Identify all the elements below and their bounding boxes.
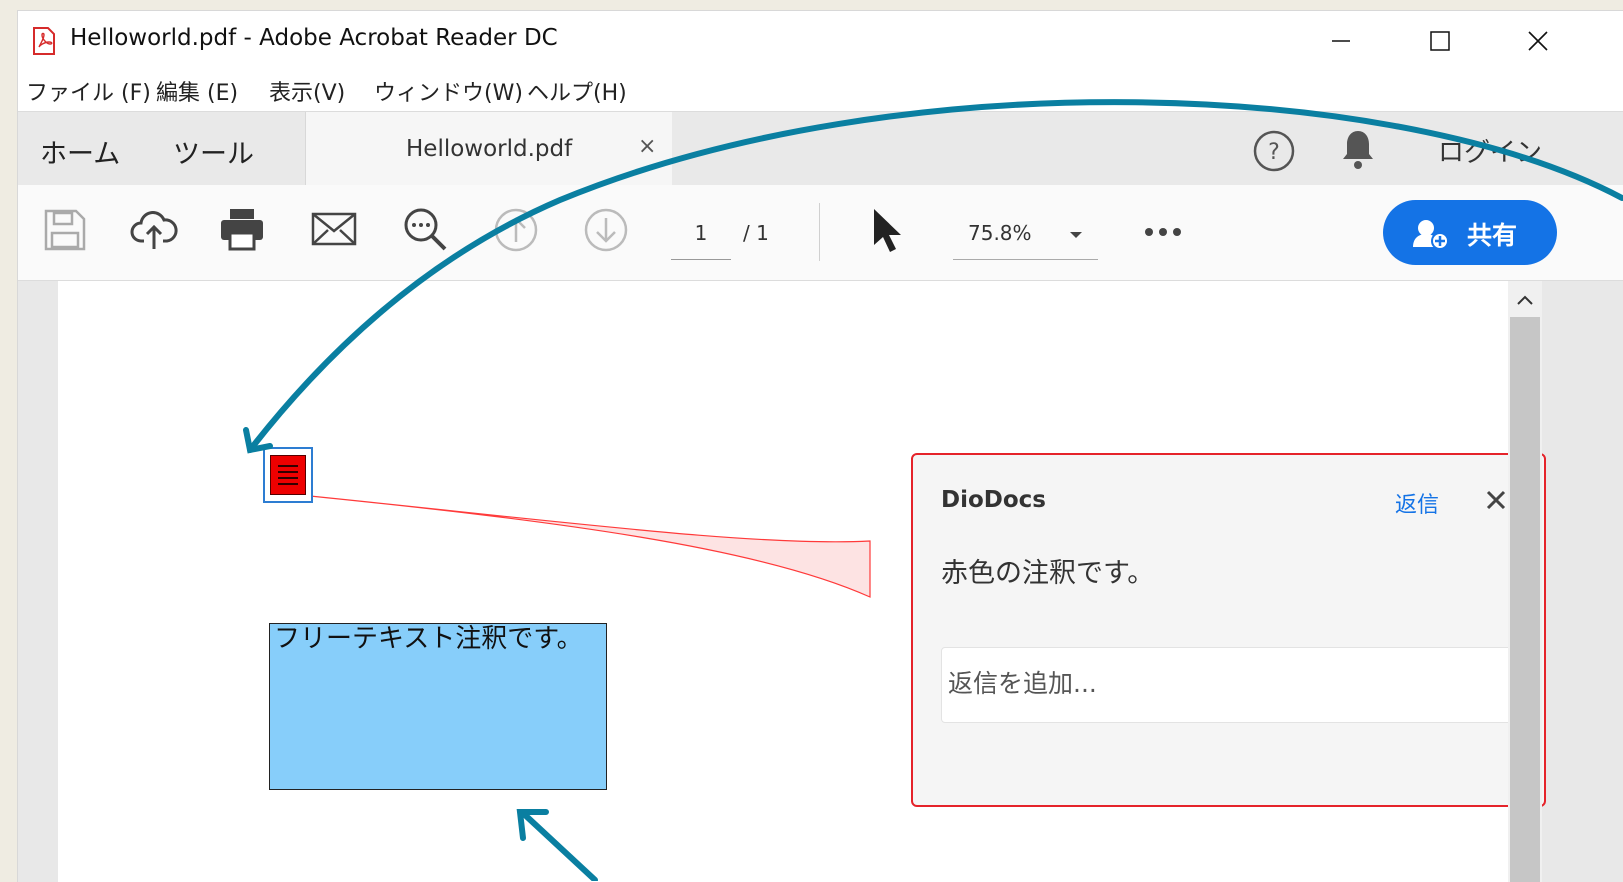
comment-text: 赤色の注釈です。 xyxy=(941,558,1155,589)
tab-home[interactable]: ホーム xyxy=(40,132,120,171)
pdf-page: フリーテキスト注釈です。 DioDocs 返信 赤色の注釈です。 返信を追加..… xyxy=(58,281,1546,882)
chevron-down-icon xyxy=(1068,226,1084,245)
more-icon[interactable] xyxy=(1143,223,1183,242)
menu-window[interactable]: ウィンドウ(W) xyxy=(374,75,523,107)
document-tab-label: Helloworld.pdf xyxy=(406,136,573,162)
window-title: Helloworld.pdf - Adobe Acrobat Reader DC xyxy=(70,25,558,51)
chevron-up-icon[interactable] xyxy=(1516,291,1534,310)
comment-popup: DioDocs 返信 赤色の注釈です。 返信を追加... xyxy=(911,453,1546,807)
add-user-icon xyxy=(1413,219,1453,253)
page-up-icon[interactable] xyxy=(491,205,541,255)
pdf-app-icon xyxy=(32,27,56,55)
page-total: / 1 xyxy=(743,221,769,245)
print-icon[interactable] xyxy=(218,205,268,255)
acrobat-window: Helloworld.pdf - Adobe Acrobat Reader DC… xyxy=(17,10,1623,882)
reply-link[interactable]: 返信 xyxy=(1395,487,1439,519)
reply-input[interactable]: 返信を追加... xyxy=(941,647,1516,723)
close-window-button[interactable] xyxy=(1515,19,1561,63)
mail-icon[interactable] xyxy=(310,205,360,255)
scrollbar-thumb[interactable] xyxy=(1510,317,1540,882)
tab-document[interactable]: Helloworld.pdf × xyxy=(305,112,672,185)
cloud-upload-icon[interactable] xyxy=(129,205,179,255)
page-down-icon[interactable] xyxy=(581,205,631,255)
zoom-select[interactable]: 75.8% xyxy=(953,213,1098,260)
title-bar: Helloworld.pdf - Adobe Acrobat Reader DC xyxy=(18,11,1623,71)
vertical-scrollbar[interactable] xyxy=(1508,281,1542,882)
zoom-out-icon[interactable] xyxy=(401,205,451,255)
menu-bar: ファイル (F) 編集 (E) 表示(V) ウィンドウ(W) ヘルプ(H) xyxy=(18,71,1623,112)
help-icon[interactable]: ? xyxy=(1252,129,1296,177)
tab-row: ホーム ツール Helloworld.pdf × ? ログイン xyxy=(18,112,1623,185)
svg-text:?: ? xyxy=(1268,140,1280,165)
menu-file[interactable]: ファイル (F) xyxy=(26,75,151,107)
toolbar-divider xyxy=(819,203,820,261)
save-icon[interactable] xyxy=(40,205,90,255)
popup-connector xyxy=(299,494,871,598)
menu-edit[interactable]: 編集 (E) xyxy=(156,75,238,107)
share-label: 共有 xyxy=(1467,221,1518,250)
close-tab-icon[interactable]: × xyxy=(638,134,656,159)
login-link[interactable]: ログイン xyxy=(1438,132,1542,169)
minimize-button[interactable] xyxy=(1318,19,1364,63)
menu-help[interactable]: ヘルプ(H) xyxy=(527,75,627,107)
maximize-button[interactable] xyxy=(1417,19,1463,63)
close-icon[interactable] xyxy=(1485,489,1507,515)
sticky-note-annotation[interactable] xyxy=(263,447,313,503)
document-viewport: フリーテキスト注釈です。 DioDocs 返信 赤色の注釈です。 返信を追加..… xyxy=(18,281,1623,882)
note-icon xyxy=(270,455,306,495)
share-button[interactable]: 共有 xyxy=(1383,200,1557,265)
comment-author: DioDocs xyxy=(941,487,1046,513)
page-number-input[interactable]: 1 xyxy=(671,213,731,260)
toolbar: 1 / 1 75.8% 共有 xyxy=(18,185,1623,281)
menu-view[interactable]: 表示(V) xyxy=(269,75,345,107)
tab-tools[interactable]: ツール xyxy=(173,132,254,171)
zoom-value: 75.8% xyxy=(968,221,1032,245)
free-text-annotation[interactable]: フリーテキスト注釈です。 xyxy=(269,623,607,790)
select-cursor-icon[interactable] xyxy=(864,205,914,255)
bell-icon[interactable] xyxy=(1340,127,1376,175)
